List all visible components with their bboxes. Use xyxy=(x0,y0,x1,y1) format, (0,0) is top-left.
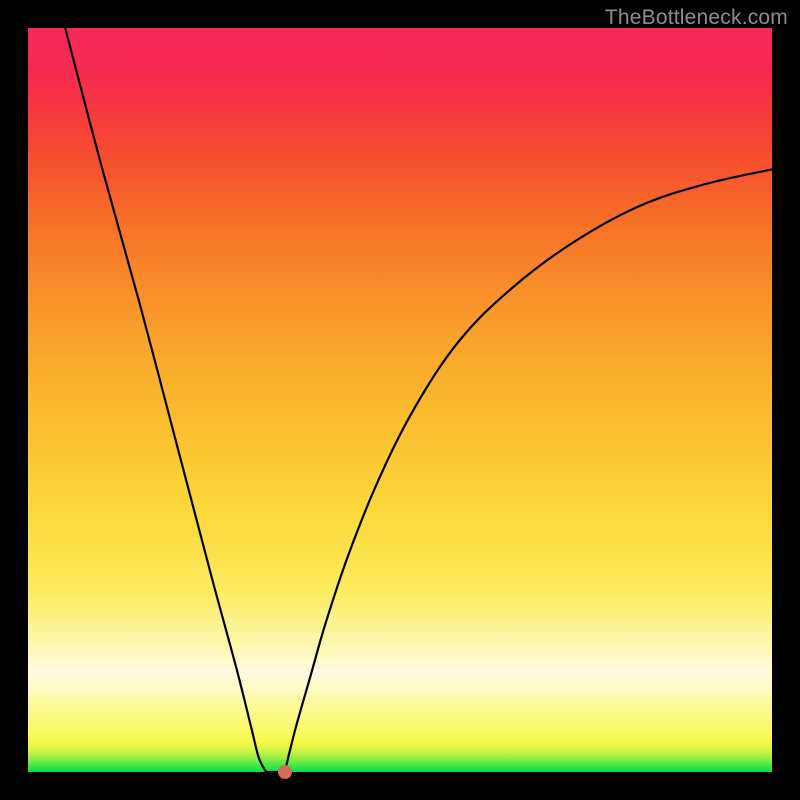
curve-left xyxy=(65,28,266,772)
chart-container: TheBottleneck.com xyxy=(0,0,800,800)
watermark: TheBottleneck.com xyxy=(605,6,788,30)
curve-right xyxy=(285,169,772,772)
plot-area xyxy=(28,28,772,772)
curve-layer xyxy=(28,28,772,772)
optimum-marker xyxy=(278,765,292,779)
